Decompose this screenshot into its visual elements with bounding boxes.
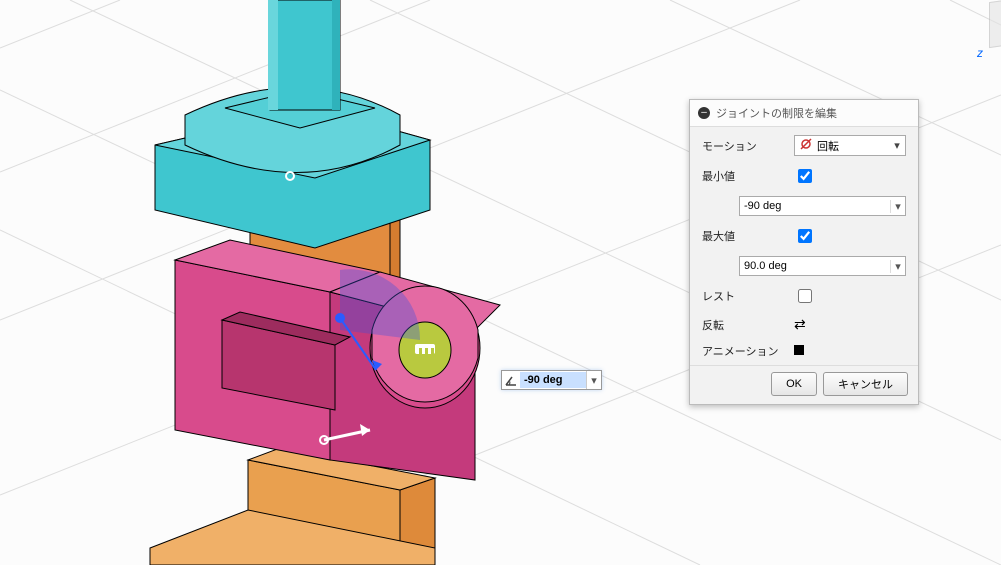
motion-select-value: 回転 — [817, 138, 887, 154]
ok-button[interactable]: OK — [771, 372, 817, 396]
model-top-cap — [155, 88, 430, 249]
angle-input[interactable] — [520, 372, 586, 388]
reverse-button[interactable]: ⇄ — [794, 316, 806, 332]
viewport-canvas[interactable]: ▾ – ジョイントの制限を編集 モーション 回転 ▾ — [0, 0, 1001, 565]
max-value-dropdown[interactable]: ▾ — [890, 260, 905, 273]
edit-joint-limits-dialog: – ジョイントの制限を編集 モーション 回転 ▾ 最小値 — [689, 99, 919, 405]
max-checkbox[interactable] — [798, 229, 812, 243]
min-label: 最小値 — [702, 168, 794, 184]
max-label: 最大値 — [702, 228, 794, 244]
reverse-label: 反転 — [702, 317, 794, 333]
rest-label: レスト — [702, 288, 794, 304]
max-value-input[interactable] — [740, 257, 890, 275]
view-cube[interactable] — [989, 0, 1001, 48]
min-value-input[interactable] — [740, 197, 890, 215]
motion-label: モーション — [702, 138, 794, 154]
angle-input-dropdown[interactable]: ▾ — [586, 371, 601, 389]
chevron-down-icon: ▾ — [891, 139, 903, 152]
angle-icon — [502, 371, 520, 389]
min-value-dropdown[interactable]: ▾ — [890, 200, 905, 213]
cancel-button[interactable]: キャンセル — [823, 372, 908, 396]
animation-label: アニメーション — [702, 343, 794, 359]
model-stem — [268, 0, 340, 110]
dialog-collapse-icon[interactable]: – — [698, 107, 710, 119]
axis-z-label: z — [977, 46, 983, 60]
angle-input-floating: ▾ — [501, 370, 602, 390]
dialog-titlebar[interactable]: – ジョイントの制限を編集 — [690, 100, 918, 127]
joint-origin-icon — [415, 344, 435, 354]
rotate-icon — [799, 137, 813, 154]
animation-stop-button[interactable] — [794, 345, 804, 355]
dialog-title: ジョイントの制限を編集 — [716, 105, 837, 121]
motion-select[interactable]: 回転 ▾ — [794, 135, 906, 156]
min-checkbox[interactable] — [798, 169, 812, 183]
rest-checkbox[interactable] — [798, 289, 812, 303]
